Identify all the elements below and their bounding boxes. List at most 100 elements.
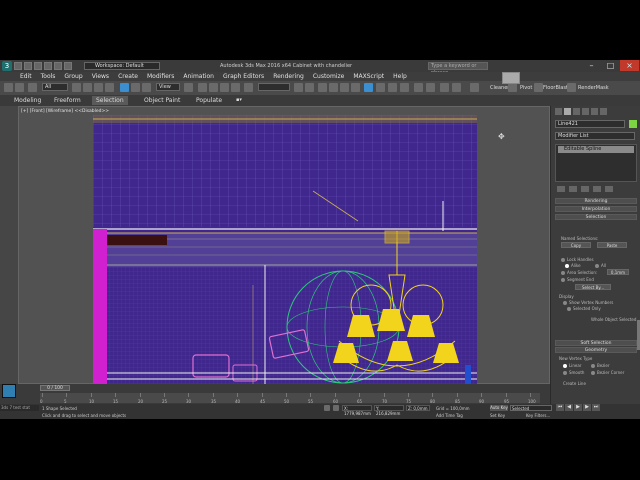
show-vertex-numbers-checkbox[interactable]: Show Vertex Numbers [563,300,613,305]
rendermask-label[interactable]: RenderMask [578,85,609,91]
menu-animation[interactable]: Animation [183,72,214,81]
tab-populate[interactable]: Populate [192,96,226,105]
configure-modifier-sets-icon[interactable] [605,186,613,192]
area-selection-checkbox[interactable]: Area Selection: [561,270,597,275]
select-object-icon[interactable] [72,83,81,92]
layer-manager-icon[interactable] [318,83,327,92]
z-coordinate-field[interactable]: Z: 0,0mm [406,405,430,411]
activeshade-icon[interactable] [426,83,435,92]
area-selection-spinner[interactable]: 0,1mm [607,269,629,275]
next-frame-icon[interactable]: ▶ [583,404,591,411]
rollout-geometry[interactable]: Geometry [555,347,637,353]
modifier-list-dropdown[interactable]: Modifier List [555,132,635,140]
stack-item-editable-spline[interactable]: Editable Spline [558,146,634,153]
lock-selection-icon[interactable] [324,405,330,411]
object-color-swatch[interactable] [629,120,637,128]
render-setup-icon[interactable] [376,83,385,92]
menu-edit[interactable]: Edit [20,72,32,81]
maxscript-listener-icon[interactable] [2,384,16,398]
project-folder-icon[interactable] [64,62,72,70]
mirror-icon[interactable] [294,83,303,92]
bezier-corner-radio[interactable]: Bezier Corner [591,370,624,375]
ribbon-options-icon[interactable]: ▪▾ [232,96,246,104]
tab-freeform[interactable]: Freeform [50,96,85,105]
pivot-label[interactable]: Pivot [520,85,532,91]
viewport-front[interactable]: [+] [Front] [Wireframe] <<Disabled>> [18,106,550,385]
select-by-name-icon[interactable] [83,83,92,92]
scene-wireframe[interactable] [93,115,477,385]
maximize-icon[interactable]: □ [601,60,620,71]
workspace-dropdown[interactable]: Workspace: Default [84,62,160,70]
add-time-tag-button[interactable]: Add Time Tag [436,413,463,418]
auto-key-button[interactable]: Auto Key [490,405,508,411]
set-key-button[interactable]: Set Key [490,413,505,418]
menu-rendering[interactable]: Rendering [273,72,304,81]
menu-customize[interactable]: Customize [313,72,345,81]
a360-gallery-icon[interactable] [452,83,461,92]
object-name-field[interactable]: Line421 [555,120,625,128]
rendered-frame-icon[interactable] [388,83,397,92]
viewport-label[interactable]: [+] [Front] [Wireframe] <<Disabled>> [21,109,109,114]
previous-frame-icon[interactable]: ◀ [565,404,573,411]
tab-object-paint[interactable]: Object Paint [140,96,184,105]
alike-radio[interactable]: Alike [565,263,581,268]
cleaner-label[interactable]: Cleaner [490,85,509,91]
tab-selection[interactable]: Selection [92,96,128,105]
rollout-selection[interactable]: Selection [555,214,637,220]
redo-icon[interactable] [54,62,62,70]
paste-button[interactable]: Paste [597,242,627,248]
create-tab-icon[interactable] [555,108,562,115]
named-selection-set-dropdown[interactable] [258,83,290,91]
absolute-mode-icon[interactable] [333,405,339,411]
make-unique-icon[interactable] [581,186,589,192]
menu-group[interactable]: Group [64,72,82,81]
go-to-start-icon[interactable]: ⏮ [556,404,564,411]
play-icon[interactable]: ▶ [574,404,582,411]
utilities-tab-icon[interactable] [600,108,607,115]
rollout-soft-selection[interactable]: Soft Selection [555,340,637,346]
selected-only-checkbox[interactable]: Selected Only [567,306,601,311]
display-tab-icon[interactable] [591,108,598,115]
spinner-snap-icon[interactable] [231,83,240,92]
x-coordinate-field[interactable]: X: 1779,987mm [342,405,372,416]
copy-button[interactable]: Copy [561,242,591,248]
percent-snap-icon[interactable] [220,83,229,92]
undo-tool-icon[interactable] [4,83,13,92]
material-editor-icon[interactable] [364,83,373,92]
close-icon[interactable]: × [620,60,639,71]
smooth-radio[interactable]: Smooth [563,370,584,375]
pivot-script-icon[interactable] [508,83,517,92]
key-filters-button[interactable]: Key Filters... [526,413,550,418]
window-crossing-icon[interactable] [105,83,114,92]
maxscript-mini-listener[interactable]: 3ds 7 test stat [0,405,39,411]
tab-modeling[interactable]: Modeling [10,96,45,105]
go-to-end-icon[interactable]: ⏭ [592,404,600,411]
menu-help[interactable]: Help [393,72,407,81]
select-and-scale-icon[interactable] [142,83,151,92]
show-end-result-icon[interactable] [569,186,577,192]
menu-views[interactable]: Views [92,72,109,81]
floorblaster-icon[interactable] [534,83,543,92]
pin-stack-icon[interactable] [557,186,565,192]
modify-tab-icon[interactable] [564,108,571,115]
select-and-rotate-icon[interactable] [131,83,140,92]
app-logo-icon[interactable]: 3 [2,61,12,71]
link-icon[interactable] [28,83,37,92]
schematic-view-icon[interactable] [351,83,360,92]
render-production-icon[interactable] [400,83,409,92]
curve-editor-icon[interactable] [340,83,349,92]
hierarchy-tab-icon[interactable] [573,108,580,115]
angle-snap-icon[interactable] [209,83,218,92]
bezier-radio[interactable]: Bezier [591,363,610,368]
all-radio[interactable]: All [595,263,606,268]
menu-tools[interactable]: Tools [41,72,56,81]
select-by-button[interactable]: Select By... [575,284,611,290]
render-iterative-icon[interactable] [414,83,423,92]
align-icon[interactable] [305,83,314,92]
open-file-icon[interactable] [24,62,32,70]
edit-named-selection-icon[interactable] [244,83,253,92]
reference-coordinate-dropdown[interactable]: View [156,83,180,91]
cleaner-icon[interactable] [470,83,479,92]
selection-filter-dropdown[interactable]: All [42,83,68,91]
y-coordinate-field[interactable]: Y: 216,829mm [374,405,404,416]
